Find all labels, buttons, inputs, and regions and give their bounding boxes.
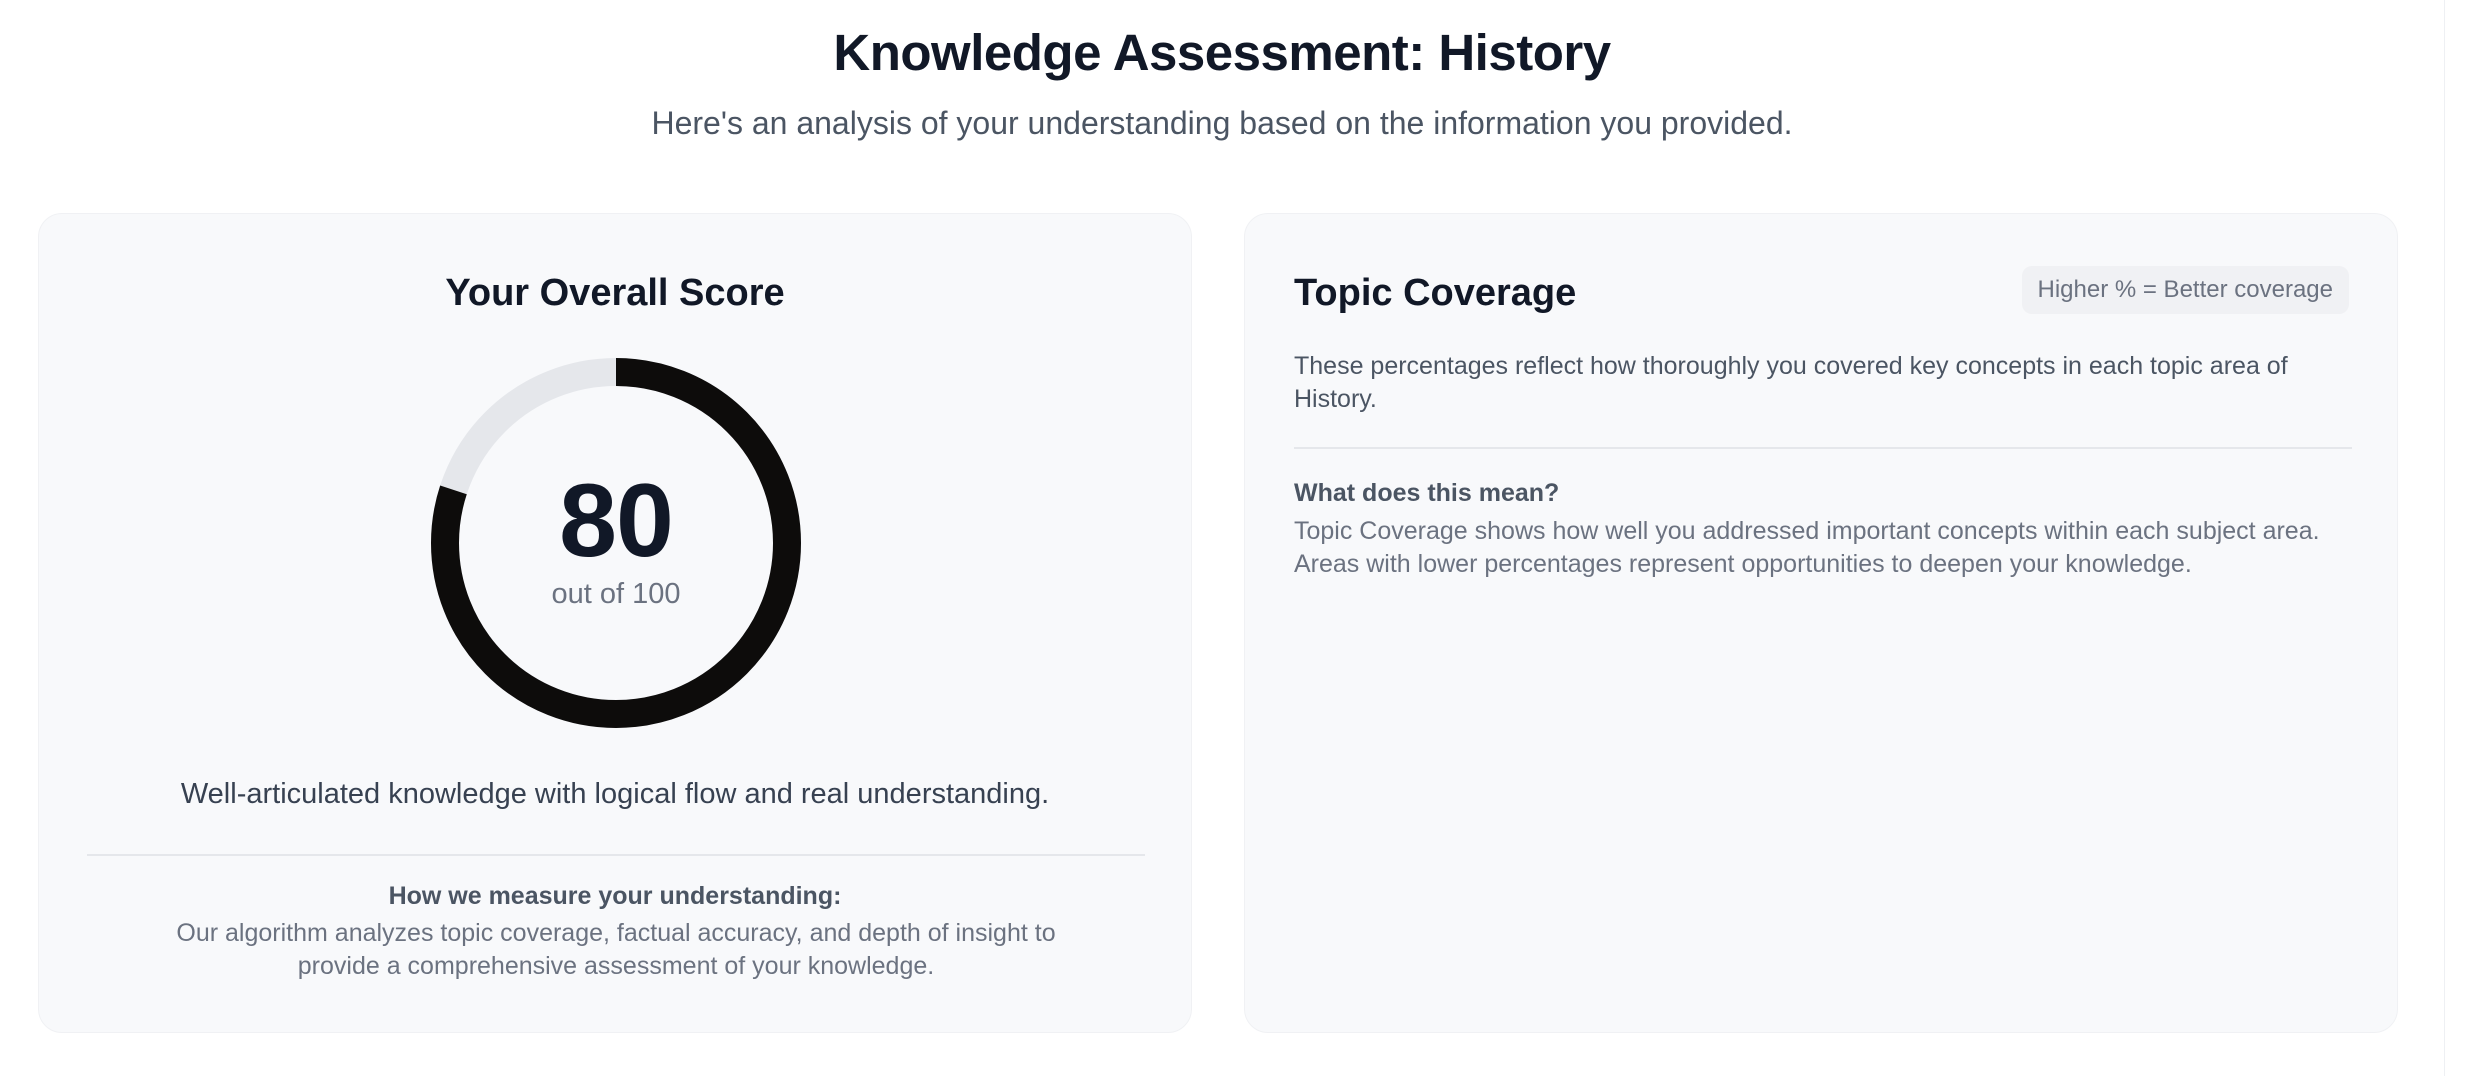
measure-title: How we measure your understanding: (388, 882, 842, 910)
page-header: Knowledge Assessment: History Here's an … (0, 0, 2444, 144)
overall-score-title: Your Overall Score (445, 272, 785, 314)
score-divider (87, 854, 1145, 856)
meaning-text: Topic Coverage shows how well you addres… (1294, 517, 2320, 578)
page-subtitle: Here's an analysis of your understanding… (651, 105, 1793, 141)
assessment-page: Knowledge Assessment: History Here's an … (0, 0, 2478, 1076)
page-edge-divider (2444, 0, 2445, 1076)
coverage-divider (1294, 447, 2352, 449)
score-ring: 80 out of 100 (431, 358, 801, 728)
measure-text: Our algorithm analyzes topic coverage, f… (176, 919, 1056, 980)
overall-score-card: Your Overall Score 80 out of 100 Well-ar… (38, 213, 1192, 1033)
topic-coverage-description: These percentages reflect how thoroughly… (1294, 352, 2288, 413)
score-out-of: out of 100 (551, 578, 681, 610)
score-value: 80 (559, 463, 674, 579)
page-title: Knowledge Assessment: History (833, 24, 1611, 81)
meaning-title: What does this mean? (1294, 479, 1560, 507)
coverage-legend-badge: Higher % = Better coverage (2021, 266, 2349, 314)
topic-coverage-card: Topic Coverage Higher % = Better coverag… (1244, 213, 2398, 1033)
topic-coverage-title: Topic Coverage (1294, 272, 1577, 314)
score-description: Well-articulated knowledge with logical … (180, 778, 1050, 810)
